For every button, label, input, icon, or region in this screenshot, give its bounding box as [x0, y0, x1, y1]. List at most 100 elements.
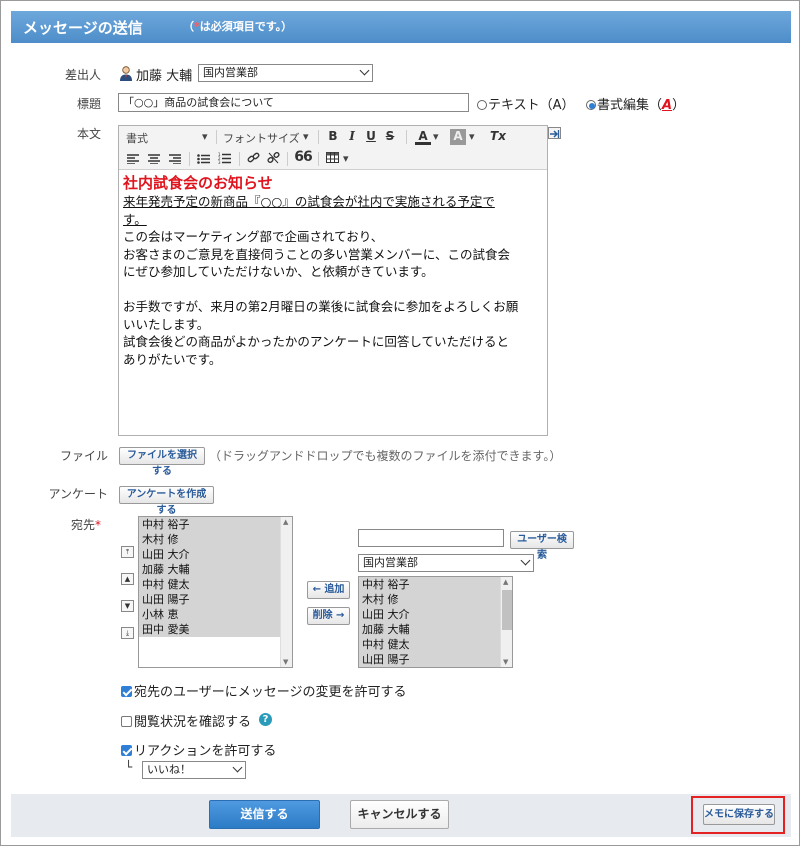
list-item[interactable]: 木村 修: [359, 592, 500, 607]
rich-format-radio[interactable]: 書式編集（A）: [586, 94, 685, 113]
clear-format-button[interactable]: Tx: [489, 129, 507, 143]
chevron-down-icon: [232, 762, 243, 773]
cancel-button[interactable]: キャンセルする: [350, 800, 449, 829]
content-line: 試食会後どの商品がよかったかのアンケートに回答していただけると: [123, 334, 510, 349]
reaction-type-select[interactable]: いいね！: [142, 761, 246, 779]
background-color-button[interactable]: A: [450, 129, 466, 145]
content-line: にぜひ参加していただけないか、と依頼がきています。: [123, 264, 434, 279]
editor-content[interactable]: 社内試食会のお知らせ 来年発売予定の新商品『○○』の試食会が社内で実施される予定…: [123, 174, 543, 368]
list-item[interactable]: 山田 大介: [139, 547, 280, 562]
toolbar-divider: [406, 130, 407, 144]
text-format-radio[interactable]: テキスト（A）: [477, 94, 575, 113]
save-as-memo-button[interactable]: メモに保存する: [703, 804, 775, 825]
content-line: この会はマーケティング部で企画されており、: [123, 229, 384, 244]
scrollbar[interactable]: ▲ ▼: [500, 577, 512, 667]
list-items: 中村 裕子 木村 修山田 大介 加藤 大輔 中村 健太 山田 陽子: [359, 577, 500, 667]
table-icon[interactable]: [326, 152, 339, 164]
scroll-up-icon[interactable]: ▲: [283, 518, 288, 526]
candidate-org-select[interactable]: 国内営業部: [358, 554, 534, 572]
candidate-users-list[interactable]: 中村 裕子 木村 修山田 大介 加藤 大輔 中村 健太 山田 陽子 ▲ ▼: [358, 576, 513, 668]
confirm-read-checkbox[interactable]: 閲覧状況を確認する: [121, 711, 251, 730]
italic-button[interactable]: I: [344, 129, 360, 143]
file-label: ファイル: [59, 449, 108, 463]
list-item[interactable]: 中村 裕子: [139, 517, 280, 532]
font-color-button[interactable]: A: [415, 129, 431, 145]
svg-text:3: 3: [218, 160, 221, 164]
list-item[interactable]: 田中 愛美: [139, 622, 280, 637]
caret-down-icon[interactable]: ▾: [469, 130, 475, 143]
list-item[interactable]: 山田 陽子: [139, 592, 280, 607]
scrollbar[interactable]: ▲ ▼: [280, 517, 292, 667]
move-bottom-icon[interactable]: ⤓: [121, 627, 134, 639]
toolbar-divider: [239, 152, 240, 166]
scroll-down-icon[interactable]: ▼: [283, 658, 288, 666]
toolbar-divider: [216, 130, 217, 144]
remove-recipient-button[interactable]: 削除 →: [307, 607, 350, 625]
caret-down-icon[interactable]: ▾: [433, 130, 439, 143]
page-title: メッセージの送信: [23, 19, 143, 37]
align-right-icon[interactable]: [169, 153, 181, 165]
tree-connector: └: [125, 760, 133, 774]
user-search-button[interactable]: ユーザー検索: [510, 531, 574, 561]
rich-text-editor[interactable]: 書式 ▾ フォントサイズ ▾ B I U S A ▾ A ▾ Tx 1 2 3 …: [118, 125, 548, 436]
toolbar-divider: [189, 152, 190, 166]
align-center-icon[interactable]: [148, 153, 160, 165]
list-item[interactable]: 小林 恵: [139, 607, 280, 622]
list-item[interactable]: 加藤 大輔: [359, 622, 500, 637]
content-line: お客さまのご意見を直接伺うことの多い営業メンバーに、この試食会: [123, 246, 511, 262]
list-item[interactable]: 中村 健太: [359, 637, 500, 652]
bulleted-list-icon[interactable]: [197, 153, 210, 164]
sender-org-select[interactable]: 国内営業部: [198, 64, 373, 82]
font-size-dropdown[interactable]: フォントサイズ ▾: [223, 130, 313, 146]
selected-recipients-list[interactable]: 中村 裕子 木村 修山田 大介 加藤 大輔 中村 健太 山田 陽子 小林 恵田中 愛美 ▲…: [138, 516, 293, 668]
send-button[interactable]: 送信する: [209, 800, 320, 829]
help-icon[interactable]: ?: [259, 713, 272, 726]
scroll-up-icon[interactable]: ▲: [503, 578, 508, 586]
chevron-down-icon: [359, 65, 370, 76]
move-up-icon[interactable]: ▲: [121, 573, 134, 585]
message-send-page: メッセージの送信 （*は必須項目です。） 差出人 加藤 大輔 国内営業部 標題 …: [0, 0, 800, 846]
bold-button[interactable]: B: [325, 129, 341, 143]
add-recipient-button[interactable]: ← 追加: [307, 581, 350, 599]
user-search-input[interactable]: [358, 529, 504, 547]
content-line: ありがたいです。: [123, 351, 222, 367]
checkbox-indicator: [121, 716, 132, 727]
link-icon[interactable]: [247, 152, 260, 164]
scroll-thumb[interactable]: [502, 590, 512, 630]
numbered-list-icon[interactable]: 123: [218, 152, 231, 165]
strikethrough-button[interactable]: S: [382, 129, 398, 143]
create-survey-button[interactable]: アンケートを作成する: [119, 486, 214, 516]
list-item[interactable]: 中村 裕子: [359, 577, 500, 592]
list-item[interactable]: 中村 健太: [139, 577, 280, 592]
list-item[interactable]: 山田 陽子: [359, 652, 500, 667]
allow-edit-checkbox[interactable]: 宛先のユーザーにメッセージの変更を許可する: [121, 681, 406, 700]
caret-down-icon[interactable]: ▾: [343, 152, 349, 165]
unlink-icon[interactable]: [267, 151, 280, 164]
user-icon: [119, 66, 133, 81]
content-line: す。: [123, 211, 147, 227]
move-down-icon[interactable]: ▼: [121, 600, 134, 612]
list-item[interactable]: 加藤 大輔: [139, 562, 280, 577]
align-left-icon[interactable]: [127, 153, 139, 165]
subject-input[interactable]: 「○○」商品の試食会について: [118, 93, 469, 112]
toolbar-divider: [318, 152, 319, 166]
caret-down-icon: ▾: [202, 130, 208, 143]
blockquote-icon[interactable]: 66: [294, 149, 312, 165]
expand-editor-icon[interactable]: [548, 127, 561, 139]
caret-down-icon: ▾: [303, 130, 309, 143]
move-top-icon[interactable]: ⤒: [121, 546, 134, 558]
format-dropdown[interactable]: 書式 ▾: [126, 130, 211, 146]
select-file-button[interactable]: ファイルを選択する: [119, 447, 205, 477]
allow-reaction-checkbox[interactable]: リアクションを許可する: [121, 740, 276, 759]
file-hint: （ドラッグアンドドロップでも複数のファイルを添付できます。）: [209, 449, 562, 463]
radio-indicator: [477, 100, 487, 110]
underline-button[interactable]: U: [363, 129, 379, 143]
body-label: 本文: [76, 127, 101, 141]
toolbar-divider: [287, 152, 288, 166]
scroll-down-icon[interactable]: ▼: [503, 658, 508, 666]
editor-toolbar: 書式 ▾ フォントサイズ ▾ B I U S A ▾ A ▾ Tx 1 2 3 …: [119, 126, 547, 170]
footer-bar: 送信する キャンセルする メモに保存する: [11, 794, 791, 837]
list-item[interactable]: 山田 大介: [359, 607, 500, 622]
list-item[interactable]: 木村 修: [139, 532, 280, 547]
recipients-label: 宛先*: [70, 518, 101, 532]
